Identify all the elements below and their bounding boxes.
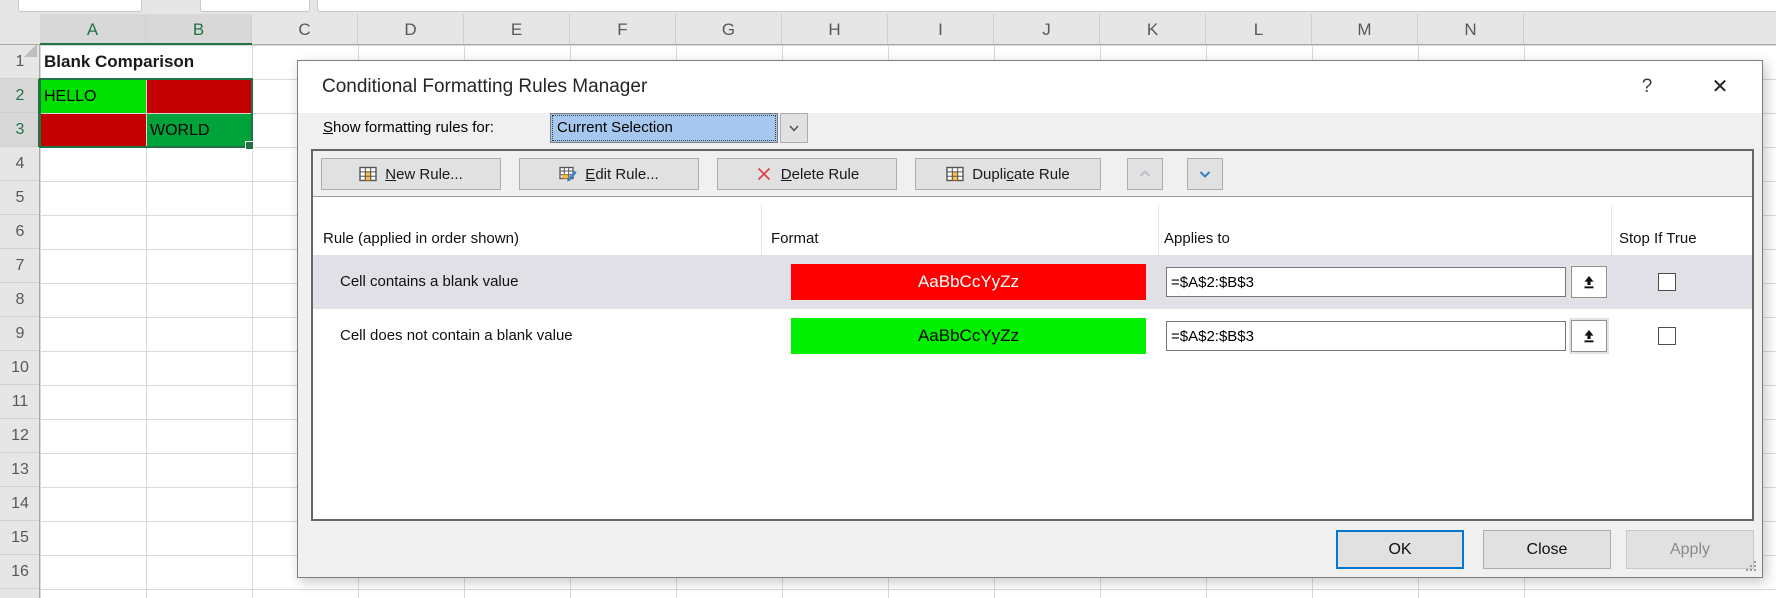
dropdown-chevron-button[interactable] bbox=[780, 113, 808, 143]
row-header-filler bbox=[0, 589, 40, 598]
header-bottom-border bbox=[0, 44, 1776, 45]
duplicate-rule-button[interactable]: Duplicate Rule bbox=[915, 158, 1101, 190]
chevron-down-icon bbox=[785, 119, 803, 137]
close-button[interactable]: Close bbox=[1483, 530, 1611, 569]
row-header-4[interactable]: 4 bbox=[0, 147, 40, 181]
rule-name: Cell contains a blank value bbox=[340, 255, 518, 309]
delete-rule-button[interactable]: Delete Rule bbox=[717, 158, 897, 190]
column-header-stop-if-true: Stop If True bbox=[1619, 230, 1697, 247]
row-header-8[interactable]: 8 bbox=[0, 283, 40, 317]
excel-window: ABCDEFGHIJKLMN 12345678910111213141516 H… bbox=[0, 0, 1776, 598]
fill-handle[interactable] bbox=[245, 141, 254, 150]
select-all-triangle-icon bbox=[24, 44, 37, 57]
dialog-title-bar: Conditional Formatting Rules Manager ? ✕ bbox=[298, 61, 1762, 113]
select-all-corner[interactable] bbox=[0, 14, 40, 45]
selected-columns-accent bbox=[40, 43, 252, 45]
chevron-down-icon bbox=[1196, 165, 1214, 183]
rule-row-1[interactable]: Cell contains a blank value AaBbCcYyZz bbox=[313, 255, 1752, 309]
edit-rule-button-label: Edit Rule... bbox=[585, 166, 658, 183]
row-header-14[interactable]: 14 bbox=[0, 487, 40, 521]
column-header-format: Format bbox=[771, 230, 819, 247]
row-header-3[interactable]: 3 bbox=[0, 113, 40, 147]
row-header-16[interactable]: 16 bbox=[0, 555, 40, 589]
row-header-15[interactable]: 15 bbox=[0, 521, 40, 555]
row-header-2[interactable]: 2 bbox=[0, 79, 40, 113]
column-header-applies-to: Applies to bbox=[1164, 230, 1230, 247]
column-header-A[interactable]: A bbox=[40, 14, 146, 45]
collapse-dialog-icon bbox=[1580, 273, 1598, 291]
column-header-L[interactable]: L bbox=[1206, 14, 1312, 45]
cell-A1[interactable]: Blank Comparison bbox=[41, 46, 216, 78]
column-header-G[interactable]: G bbox=[676, 14, 782, 45]
show-rules-dropdown: Current Selection bbox=[550, 113, 808, 143]
row-header-12[interactable]: 12 bbox=[0, 419, 40, 453]
name-box-bottom bbox=[18, 0, 142, 12]
edit-rule-button[interactable]: Edit Rule... bbox=[519, 158, 699, 190]
format-preview: AaBbCcYyZz bbox=[791, 264, 1146, 300]
column-header-J[interactable]: J bbox=[994, 14, 1100, 45]
collapse-dialog-icon bbox=[1580, 327, 1598, 345]
delete-rule-button-label: Delete Rule bbox=[781, 166, 859, 183]
row-header-7[interactable]: 7 bbox=[0, 249, 40, 283]
apply-button[interactable]: Apply bbox=[1626, 530, 1754, 569]
stop-if-true-checkbox[interactable] bbox=[1658, 273, 1676, 291]
column-header-K[interactable]: K bbox=[1100, 14, 1206, 45]
rules-list-frame: New Rule... Edit Rule... Delete Rule Duplic… bbox=[311, 149, 1754, 521]
column-header-D[interactable]: D bbox=[358, 14, 464, 45]
row-header-5[interactable]: 5 bbox=[0, 181, 40, 215]
formula-bar-bottom bbox=[317, 0, 1776, 12]
column-header-B[interactable]: B bbox=[146, 14, 252, 45]
formula-bar-strip bbox=[0, 0, 1776, 14]
move-up-button[interactable] bbox=[1127, 158, 1163, 190]
dialog-title: Conditional Formatting Rules Manager bbox=[322, 61, 647, 113]
move-down-button[interactable] bbox=[1187, 158, 1223, 190]
row-header-9[interactable]: 9 bbox=[0, 317, 40, 351]
applies-to-input[interactable] bbox=[1166, 321, 1566, 351]
collapse-dialog-button[interactable] bbox=[1571, 320, 1607, 352]
column-header-I[interactable]: I bbox=[888, 14, 994, 45]
new-rule-button[interactable]: New Rule... bbox=[321, 158, 501, 190]
column-header-rule: Rule (applied in order shown) bbox=[323, 230, 519, 247]
column-header-H[interactable]: H bbox=[782, 14, 888, 45]
column-header-C[interactable]: C bbox=[252, 14, 358, 45]
show-rules-dropdown-value[interactable]: Current Selection bbox=[550, 113, 778, 143]
column-header-M[interactable]: M bbox=[1312, 14, 1418, 45]
header-divider bbox=[761, 205, 762, 255]
edit-rule-pencil-icon bbox=[559, 165, 577, 183]
column-header-E[interactable]: E bbox=[464, 14, 570, 45]
row-header-13[interactable]: 13 bbox=[0, 453, 40, 487]
new-rule-table-icon bbox=[359, 165, 377, 183]
close-icon[interactable]: ✕ bbox=[1704, 71, 1736, 103]
format-preview: AaBbCcYyZz bbox=[791, 318, 1146, 354]
rule-row-2[interactable]: Cell does not contain a blank value AaBbC… bbox=[313, 309, 1752, 363]
column-header-F[interactable]: F bbox=[570, 14, 676, 45]
rule-name: Cell does not contain a blank value bbox=[340, 309, 573, 363]
row-header-11[interactable]: 11 bbox=[0, 385, 40, 419]
column-header-N[interactable]: N bbox=[1418, 14, 1524, 45]
collapse-dialog-button[interactable] bbox=[1571, 266, 1607, 298]
insert-function-box-bottom bbox=[200, 0, 310, 12]
chevron-up-icon bbox=[1136, 165, 1154, 183]
ok-button[interactable]: OK bbox=[1336, 530, 1464, 569]
stop-if-true-checkbox[interactable] bbox=[1658, 327, 1676, 345]
row-header-10[interactable]: 10 bbox=[0, 351, 40, 385]
selection-border bbox=[39, 78, 253, 148]
header-divider bbox=[1158, 205, 1159, 255]
duplicate-rule-button-label: Duplicate Rule bbox=[972, 166, 1070, 183]
rules-toolbar: New Rule... Edit Rule... Delete Rule Duplic… bbox=[313, 151, 1752, 197]
show-rules-label: Show formatting rules for: bbox=[323, 113, 494, 143]
conditional-formatting-dialog: Conditional Formatting Rules Manager ? ✕… bbox=[297, 60, 1763, 578]
help-button[interactable]: ? bbox=[1632, 72, 1662, 102]
rules-list-header: Rule (applied in order shown) Format App… bbox=[313, 197, 1752, 255]
duplicate-rule-table-icon bbox=[946, 165, 964, 183]
row-header-6[interactable]: 6 bbox=[0, 215, 40, 249]
resize-grip-icon[interactable] bbox=[1744, 559, 1757, 572]
delete-x-icon bbox=[755, 165, 773, 183]
header-divider bbox=[1611, 205, 1612, 255]
applies-to-input[interactable] bbox=[1166, 267, 1566, 297]
new-rule-button-label: New Rule... bbox=[385, 166, 463, 183]
